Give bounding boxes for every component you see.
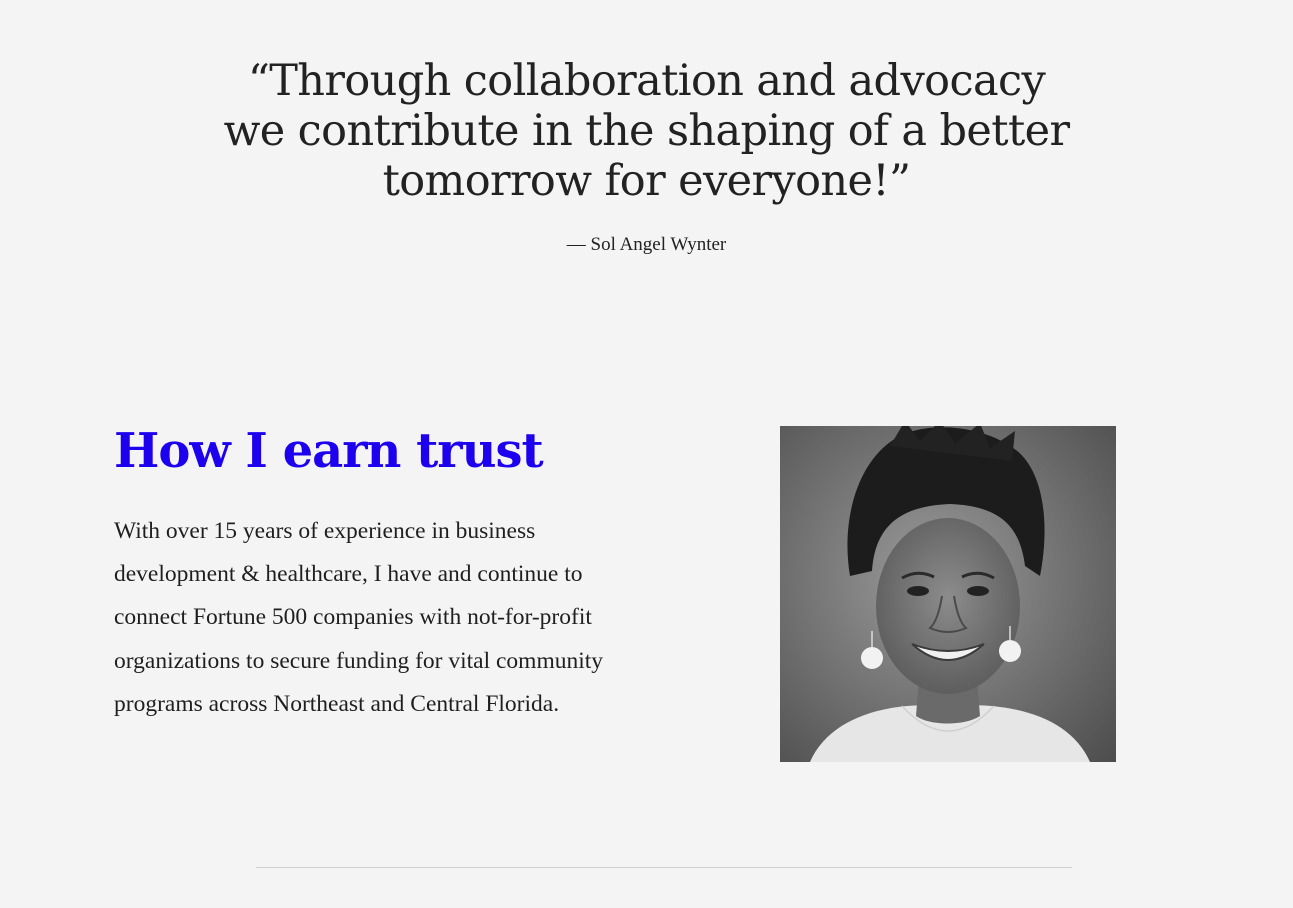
quote-text: “Through collaboration and advocacy we c…	[223, 56, 1070, 206]
trust-heading: How I earn trust	[114, 423, 544, 479]
quote-section: “Through collaboration and advocacy we c…	[0, 56, 1293, 256]
portrait-illustration	[780, 426, 1116, 762]
section-divider	[256, 867, 1072, 868]
quote-author: — Sol Angel Wynter	[566, 234, 727, 255]
portrait-photo	[780, 426, 1116, 762]
trust-body: With over 15 years of experience in busi…	[114, 518, 604, 717]
